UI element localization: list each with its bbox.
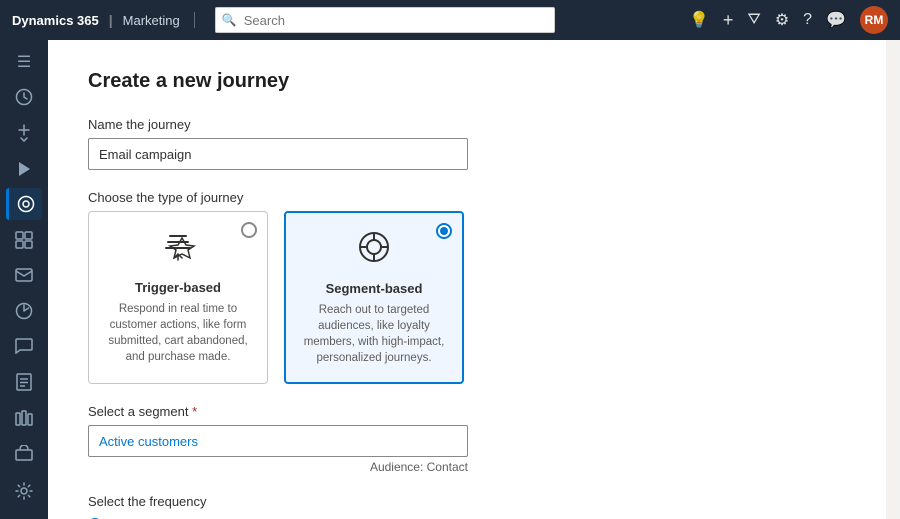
trigger-icon [160, 228, 196, 272]
main-layout: ☰ [0, 40, 900, 519]
search-icon: 🔍 [222, 13, 237, 27]
sidebar-item-recent[interactable] [6, 82, 42, 114]
search-input[interactable] [215, 7, 555, 33]
sidebar-item-analytics[interactable] [6, 295, 42, 327]
segment-icon [356, 229, 392, 273]
audience-label: Audience: Contact [88, 460, 468, 474]
segment-card[interactable]: Segment-based Reach out to targeted audi… [284, 211, 464, 384]
sidebar-item-play[interactable] [6, 153, 42, 185]
sidebar-item-segments[interactable] [6, 224, 42, 256]
sidebar: ☰ [0, 40, 48, 519]
avatar[interactable]: RM [860, 6, 888, 34]
sidebar-item-pinned[interactable] [6, 117, 42, 149]
type-section: Choose the type of journey Trigger-based… [88, 190, 846, 384]
sidebar-item-hamburger[interactable]: ☰ [6, 46, 42, 78]
brand: Dynamics 365 | Marketing [12, 12, 195, 28]
name-section: Name the journey [88, 117, 846, 170]
top-nav: Dynamics 365 | Marketing 🔍 💡 + ⛛ ⚙ ? 💬 R… [0, 0, 900, 40]
sidebar-item-journeys[interactable] [6, 188, 42, 220]
segment-title: Segment-based [326, 281, 423, 296]
page-title: Create a new journey [88, 70, 846, 93]
dynamics-logo: Dynamics 365 [12, 13, 99, 28]
segment-desc: Reach out to targeted audiences, like lo… [300, 302, 448, 366]
segment-radio[interactable] [436, 223, 452, 239]
frequency-section: Select the frequency A one-time journey … [88, 494, 846, 519]
sidebar-item-emails[interactable] [6, 259, 42, 291]
content-area: Create a new journey Name the journey Ch… [48, 40, 886, 519]
search-bar[interactable]: 🔍 [215, 7, 555, 33]
segment-input[interactable] [88, 425, 468, 457]
segment-section: Select a segment Audience: Contact [88, 404, 846, 474]
trigger-title: Trigger-based [135, 280, 221, 295]
trigger-desc: Respond in real time to customer actions… [103, 301, 253, 365]
settings-icon[interactable]: ⚙ [775, 10, 789, 30]
segment-label: Select a segment [88, 404, 846, 419]
sidebar-bottom [6, 473, 42, 509]
filter-icon[interactable]: ⛛ [747, 11, 760, 29]
frequency-label: Select the frequency [88, 494, 846, 509]
segment-wrapper: Audience: Contact [88, 425, 468, 474]
lightbulb-icon[interactable]: 💡 [689, 10, 709, 30]
journey-name-input[interactable] [88, 138, 468, 170]
trigger-radio[interactable] [241, 222, 257, 238]
trigger-card[interactable]: Trigger-based Respond in real time to cu… [88, 211, 268, 384]
sidebar-item-marketplace[interactable] [6, 437, 42, 469]
module-name: Marketing [123, 13, 180, 28]
type-label: Choose the type of journey [88, 190, 846, 205]
journey-cards: Trigger-based Respond in real time to cu… [88, 211, 846, 384]
sidebar-item-library[interactable] [6, 402, 42, 434]
sidebar-item-messages[interactable] [6, 331, 42, 363]
top-nav-icons: 💡 + ⛛ ⚙ ? 💬 RM [689, 6, 888, 34]
right-panel [886, 40, 900, 519]
sidebar-item-forms[interactable] [6, 366, 42, 398]
chat-icon[interactable]: 💬 [826, 10, 846, 30]
help-icon[interactable]: ? [803, 11, 812, 29]
add-icon[interactable]: + [723, 10, 734, 31]
name-label: Name the journey [88, 117, 846, 132]
sidebar-item-settings[interactable] [6, 473, 42, 509]
